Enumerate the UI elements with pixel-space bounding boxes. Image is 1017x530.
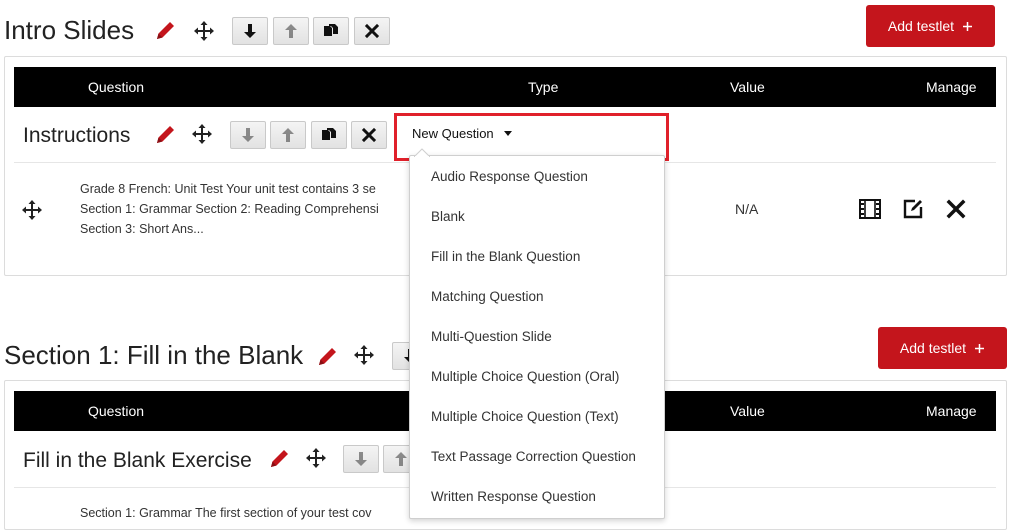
arrow-up-icon	[285, 24, 297, 38]
column-header-manage: Manage	[926, 79, 977, 95]
move-up-button[interactable]	[270, 121, 306, 149]
highlight-box	[394, 113, 669, 161]
menu-item-text-passage-correction-question[interactable]: Text Passage Correction Question	[410, 437, 664, 477]
move-down-button[interactable]	[343, 445, 379, 473]
question-text-line: Section 1: Grammar The first section of …	[80, 506, 372, 520]
arrow-down-icon	[355, 452, 367, 466]
testlet-title-fill-in-the-blank-exercise: Fill in the Blank Exercise	[23, 449, 252, 472]
copy-button[interactable]	[311, 121, 347, 149]
column-header-type: Type	[528, 79, 559, 95]
column-header-value: Value	[730, 403, 765, 419]
dropdown-pointer	[414, 148, 430, 157]
arrow-up-icon	[395, 452, 407, 466]
menu-item-audio-response-question[interactable]: Audio Response Question	[410, 157, 664, 197]
menu-item-multiple-choice-question-oral[interactable]: Multiple Choice Question (Oral)	[410, 357, 664, 397]
testlet-title-instructions: Instructions	[23, 124, 131, 147]
column-header-manage: Manage	[926, 403, 977, 419]
move-icon[interactable]	[305, 447, 327, 469]
column-header-question: Question	[88, 403, 145, 419]
move-icon[interactable]	[191, 123, 213, 145]
plus-icon	[963, 21, 973, 31]
column-header-value: Value	[730, 79, 765, 95]
menu-item-written-response-question[interactable]: Written Response Question	[410, 477, 664, 517]
arrow-up-icon	[282, 128, 294, 142]
plus-icon	[975, 343, 985, 353]
question-text-line: Grade 8 French: Unit Test Your unit test…	[80, 182, 376, 196]
menu-item-matching-question[interactable]: Matching Question	[410, 277, 664, 317]
move-down-button[interactable]	[230, 121, 266, 149]
pencil-icon[interactable]	[154, 18, 178, 42]
section-title-fill-in-the-blank: Section 1: Fill in the Blank	[4, 340, 304, 370]
add-testlet-label: Add testlet	[899, 340, 967, 356]
pencil-icon[interactable]	[268, 446, 292, 470]
close-icon	[361, 127, 377, 143]
pencil-icon[interactable]	[316, 344, 340, 368]
add-testlet-button[interactable]: Add testlet	[878, 327, 1007, 369]
menu-item-fill-in-the-blank-question[interactable]: Fill in the Blank Question	[410, 237, 664, 277]
table-header: Question Type Value Manage	[14, 67, 996, 107]
delete-testlet-button[interactable]	[351, 121, 387, 149]
copy-button[interactable]	[313, 17, 349, 45]
edit-square-icon[interactable]	[902, 198, 924, 225]
add-testlet-label: Add testlet	[887, 18, 955, 34]
copy-icon	[322, 128, 336, 140]
move-down-button[interactable]	[232, 17, 268, 45]
table-row: Grade 8 French: Unit Test Your unit test…	[80, 179, 410, 239]
add-testlet-button[interactable]: Add testlet	[866, 5, 995, 47]
move-icon[interactable]	[353, 344, 375, 366]
move-up-button[interactable]	[273, 17, 309, 45]
arrow-down-icon	[242, 128, 254, 142]
pencil-icon[interactable]	[154, 122, 178, 146]
question-value: N/A	[735, 201, 759, 217]
new-question-dropdown-menu: Audio Response Question Blank Fill in th…	[409, 155, 665, 519]
close-icon	[364, 23, 380, 39]
close-icon[interactable]	[946, 199, 966, 224]
copy-icon	[324, 24, 338, 36]
menu-item-multi-question-slide[interactable]: Multi-Question Slide	[410, 317, 664, 357]
film-icon[interactable]	[859, 199, 881, 224]
question-text-line: Section 3: Short Ans...	[80, 222, 204, 236]
arrow-down-icon	[244, 24, 256, 38]
move-icon[interactable]	[21, 199, 43, 221]
menu-item-multiple-choice-question-text[interactable]: Multiple Choice Question (Text)	[410, 397, 664, 437]
menu-item-blank[interactable]: Blank	[410, 197, 664, 237]
section-title-intro-slides: Intro Slides	[4, 15, 135, 45]
delete-section-button[interactable]	[354, 17, 390, 45]
question-text-line: Section 1: Grammar Section 2: Reading Co…	[80, 202, 379, 216]
column-header-question: Question	[88, 79, 145, 95]
move-icon[interactable]	[193, 20, 215, 42]
